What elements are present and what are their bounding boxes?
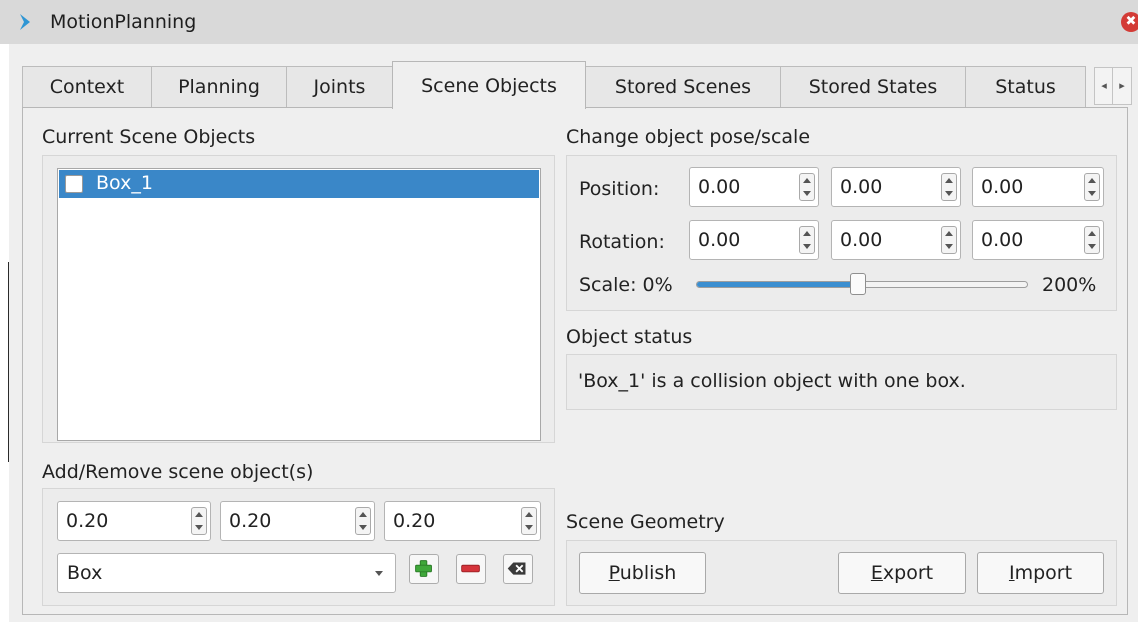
close-icon[interactable]: ✖: [1121, 12, 1138, 32]
remove-object-button[interactable]: [456, 554, 486, 584]
dimension-x-input[interactable]: [58, 502, 192, 540]
spin-arrows-icon[interactable]: [191, 507, 207, 535]
tab-scene-objects[interactable]: Scene Objects: [392, 61, 586, 109]
motionplanning-app-icon: [20, 14, 30, 30]
add-remove-heading: Add/Remove scene object(s): [42, 461, 314, 483]
add-object-button[interactable]: [409, 554, 439, 584]
rotation-label: Rotation:: [579, 231, 665, 253]
current-scene-objects-heading: Current Scene Objects: [42, 126, 256, 148]
publish-button[interactable]: Publish: [579, 552, 706, 594]
export-button[interactable]: Export: [838, 552, 966, 594]
spin-arrows-icon[interactable]: [941, 226, 957, 254]
rotation-z-input[interactable]: [973, 221, 1085, 259]
publish-label: ublish: [619, 562, 677, 584]
position-label: Position:: [579, 178, 660, 200]
rotation-x-input[interactable]: [690, 221, 800, 259]
window-title: MotionPlanning: [50, 11, 197, 33]
object-checkbox[interactable]: [65, 175, 83, 193]
import-label: mport: [1014, 562, 1073, 584]
plus-icon: [415, 560, 432, 577]
position-x-spinbox[interactable]: [689, 167, 819, 207]
scale-slider-fill: [697, 282, 862, 287]
scale-slider-handle[interactable]: [850, 273, 866, 295]
tab-joints[interactable]: Joints: [286, 66, 393, 108]
rotation-x-spinbox[interactable]: [689, 220, 819, 260]
tab-scroll-right-icon[interactable]: ▸: [1112, 67, 1132, 105]
shape-select-value: Box: [67, 562, 103, 584]
spin-arrows-icon[interactable]: [521, 507, 537, 535]
scene-objects-list[interactable]: Box_1: [57, 168, 541, 441]
export-label: xport: [882, 562, 934, 584]
rotation-y-spinbox[interactable]: [831, 220, 961, 260]
tab-stored-scenes[interactable]: Stored Scenes: [585, 66, 781, 108]
publish-mnemonic: P: [608, 562, 620, 584]
tab-scroll-left-icon[interactable]: ◂: [1094, 67, 1114, 105]
list-item[interactable]: Box_1: [59, 170, 539, 198]
dimension-z-input[interactable]: [385, 502, 522, 540]
position-y-spinbox[interactable]: [831, 167, 961, 207]
object-status-text: 'Box_1' is a collision object with one b…: [578, 370, 966, 392]
scale-max-label: 200%: [1042, 274, 1097, 296]
spin-arrows-icon[interactable]: [799, 173, 815, 201]
import-button[interactable]: Import: [977, 552, 1104, 594]
shape-select[interactable]: Box: [57, 553, 396, 593]
spin-arrows-icon[interactable]: [941, 173, 957, 201]
spin-arrows-icon[interactable]: [355, 507, 371, 535]
dimension-y-spinbox[interactable]: [220, 501, 375, 541]
minus-icon: [461, 564, 480, 573]
clear-objects-button[interactable]: [503, 554, 533, 584]
position-z-input[interactable]: [973, 168, 1085, 206]
tab-planning[interactable]: Planning: [151, 66, 287, 108]
spin-arrows-icon[interactable]: [799, 226, 815, 254]
title-bar: MotionPlanning ✖: [0, 0, 1138, 44]
tab-context[interactable]: Context: [22, 66, 152, 108]
list-item-label: Box_1: [96, 172, 153, 194]
position-y-input[interactable]: [832, 168, 942, 206]
object-status-heading: Object status: [566, 326, 693, 348]
export-mnemonic: E: [870, 562, 883, 584]
tab-status[interactable]: Status: [965, 66, 1086, 108]
tab-bar: Context Planning Joints Scene Objects St…: [22, 61, 1132, 109]
spin-arrows-icon[interactable]: [1084, 226, 1100, 254]
dimension-z-spinbox[interactable]: [384, 501, 541, 541]
backspace-clear-icon: [507, 562, 526, 575]
spin-arrows-icon[interactable]: [1084, 173, 1100, 201]
rotation-z-spinbox[interactable]: [972, 220, 1104, 260]
position-x-input[interactable]: [690, 168, 800, 206]
rotation-y-input[interactable]: [832, 221, 942, 259]
dimension-y-input[interactable]: [221, 502, 356, 540]
position-z-spinbox[interactable]: [972, 167, 1104, 207]
tab-stored-states[interactable]: Stored States: [780, 66, 966, 108]
dimension-x-spinbox[interactable]: [57, 501, 211, 541]
scene-geometry-heading: Scene Geometry: [566, 511, 725, 533]
scale-label: Scale: 0%: [579, 274, 673, 296]
pose-scale-heading: Change object pose/scale: [566, 126, 811, 148]
chevron-down-icon: [375, 571, 383, 576]
